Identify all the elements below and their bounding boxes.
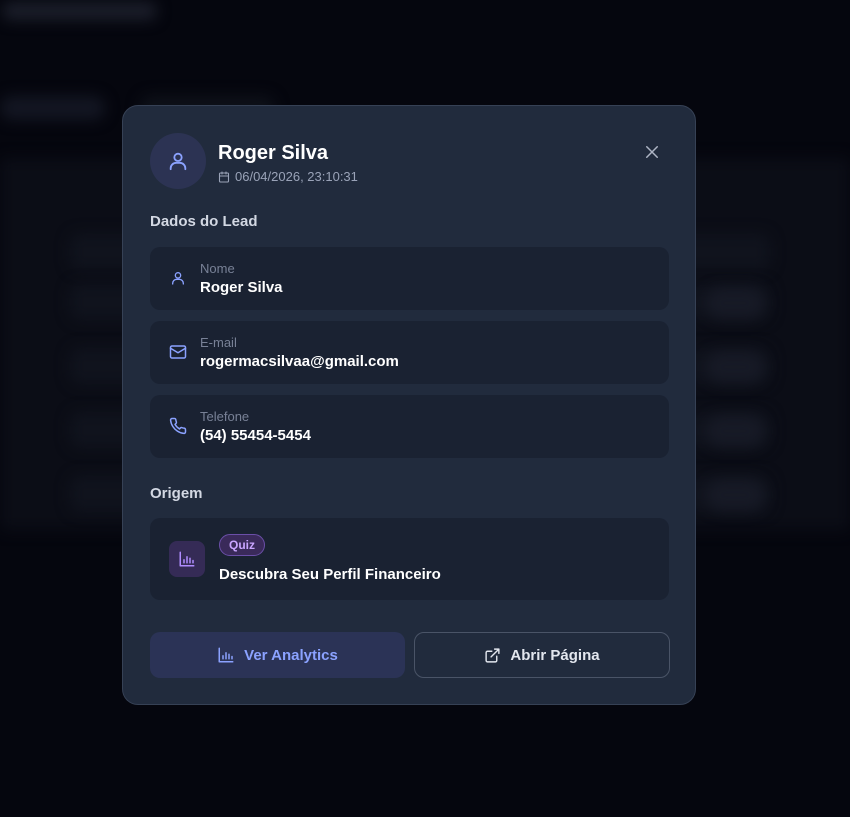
lead-details-modal: Roger Silva 06/04/2026, 23:10:31 Dados d… [122, 105, 696, 705]
open-page-label: Abrir Página [510, 646, 600, 664]
field-value[interactable]: (54) 55454-5454 [200, 427, 311, 444]
field-email: E-mail rogermacsilvaa@gmail.com [150, 321, 669, 384]
close-button[interactable] [640, 140, 664, 164]
external-link-icon [485, 647, 500, 663]
user-icon [169, 152, 187, 171]
field-name: Nome Roger Silva [150, 247, 669, 310]
phone-icon [168, 416, 188, 436]
open-page-button[interactable]: Abrir Página [414, 632, 670, 678]
close-icon [646, 146, 658, 158]
section-title-origin: Origem [150, 485, 203, 502]
field-label: Nome [200, 261, 235, 276]
calendar-icon [218, 170, 230, 183]
datetime-text: 06/04/2026, 23:10:31 [235, 169, 358, 184]
bar-chart-icon [169, 541, 205, 577]
origin-title: Descubra Seu Perfil Financeiro [219, 566, 441, 583]
field-value[interactable]: rogermacsilvaa@gmail.com [200, 353, 399, 370]
field-phone: Telefone (54) 55454-5454 [150, 395, 669, 458]
blurred-badge [706, 288, 764, 318]
blurred-badge [706, 352, 764, 382]
blurred-badge [706, 480, 764, 510]
field-label: Telefone [200, 409, 250, 424]
blurred-badge [706, 416, 764, 446]
user-icon [168, 268, 188, 288]
field-value: Roger Silva [200, 279, 283, 296]
bar-chart-icon [218, 647, 234, 663]
blurred-page-title [2, 2, 157, 20]
blurred-tab [0, 96, 105, 120]
origin-card: Quiz Descubra Seu Perfil Financeiro [150, 518, 669, 600]
view-analytics-label: Ver Analytics [244, 646, 338, 664]
lead-datetime: 06/04/2026, 23:10:31 [218, 169, 358, 184]
avatar [150, 133, 206, 189]
section-title-lead-data: Dados do Lead [150, 213, 258, 230]
field-label: E-mail [200, 335, 237, 350]
mail-icon [168, 342, 188, 362]
lead-name-title: Roger Silva [218, 142, 329, 164]
origin-type-badge: Quiz [219, 534, 265, 556]
view-analytics-button[interactable]: Ver Analytics [150, 632, 405, 678]
